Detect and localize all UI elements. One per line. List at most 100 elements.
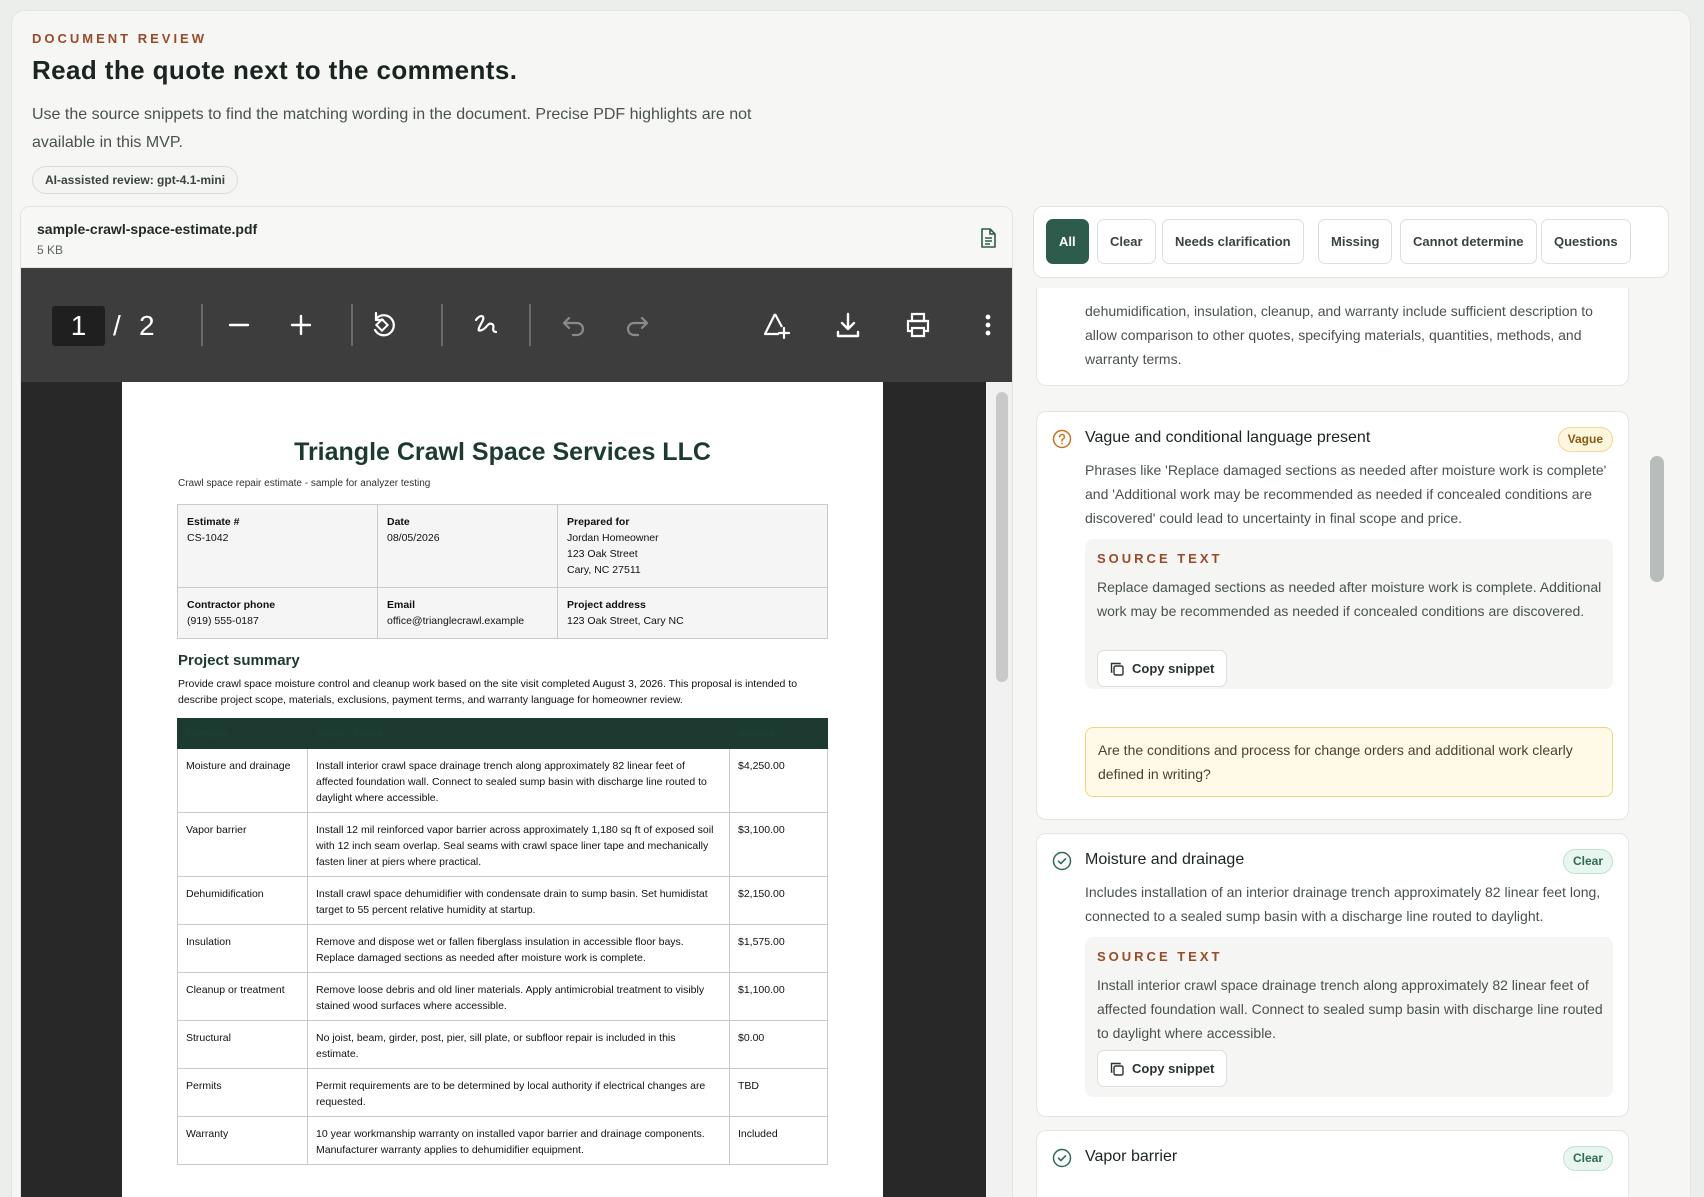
row-scope: No joist, beam, girder, post, pier, sill… <box>307 1020 730 1069</box>
summary-heading: Project summary <box>178 652 300 669</box>
zoom-in-icon[interactable] <box>279 302 323 348</box>
filter-cannot-determine[interactable]: Cannot determine <box>1400 219 1537 264</box>
filter-bar: All Clear Needs clarification Missing Ca… <box>1033 206 1669 278</box>
toolbar-divider <box>529 304 531 346</box>
table-row: Insulation Remove and dispose wet or fall… <box>177 924 828 973</box>
info-value: Jordan Homeowner <box>567 532 659 544</box>
source-text: Replace damaged sections as needed after… <box>1097 579 1602 619</box>
column-header: Amount <box>729 718 828 749</box>
row-amount: Included <box>729 1116 828 1165</box>
eyebrow: DOCUMENT REVIEW <box>32 31 207 46</box>
toolbar-divider <box>441 304 443 346</box>
filter-questions[interactable]: Questions <box>1541 219 1631 264</box>
info-label: Estimate # <box>187 516 240 528</box>
table-row: Dehumidification Install crawl space dehu… <box>177 876 828 925</box>
row-scope: Install crawl space dehumidifier with co… <box>307 876 730 925</box>
source-text: Install interior crawl space drainage tr… <box>1097 977 1603 1041</box>
file-size: 5 KB <box>37 243 64 257</box>
add-text-icon[interactable] <box>754 302 798 348</box>
row-category: Dehumidification <box>177 876 308 925</box>
filter-needs-clarification[interactable]: Needs clarification <box>1162 219 1304 264</box>
issue-card: Moisture and drainage Clear Includes ins… <box>1036 833 1629 1117</box>
file-header: sample-crawl-space-estimate.pdf 5 KB <box>21 207 1012 268</box>
copy-icon <box>1110 1062 1124 1076</box>
row-category: Cleanup or treatment <box>177 972 308 1021</box>
row-category: Insulation <box>177 924 308 973</box>
info-label: Prepared for <box>567 516 630 528</box>
page-title: Read the quote next to the comments. <box>32 55 518 85</box>
issue-card: dehumidification, insulation, cleanup, a… <box>1036 288 1629 386</box>
zoom-out-icon[interactable] <box>217 302 261 348</box>
pdf-scrollbar[interactable] <box>996 392 1008 682</box>
redo-icon[interactable] <box>615 302 659 348</box>
info-value: (919) 555-0187 <box>187 615 259 627</box>
document-icon[interactable] <box>978 227 998 249</box>
column-header: Scope of work <box>307 718 730 749</box>
table-row: Cleanup or treatment Remove loose debris … <box>177 972 828 1021</box>
ai-model-pill: AI-assisted review: gpt-4.1-mini <box>32 166 239 194</box>
print-icon[interactable] <box>896 302 940 348</box>
row-amount: $2,150.00 <box>729 876 828 925</box>
pdf-viewer: sample-crawl-space-estimate.pdf 5 KB 1 /… <box>20 206 1013 1197</box>
file-name: sample-crawl-space-estimate.pdf <box>37 221 258 237</box>
row-scope: Permit requirements are to be determined… <box>307 1068 730 1117</box>
row-scope: Remove loose debris and old liner materi… <box>307 972 730 1021</box>
table-row: Warranty 10 year workmanship warranty on … <box>177 1116 828 1165</box>
row-scope: Remove and dispose wet or fallen fibergl… <box>307 924 730 973</box>
info-value: Cary, NC 27511 <box>567 564 641 576</box>
draw-icon[interactable] <box>464 302 508 348</box>
issue-list-scrollbar[interactable] <box>1650 456 1664 582</box>
row-category: Vapor barrier <box>177 812 308 877</box>
table-row: Moisture and drainage Install interior cr… <box>177 748 828 813</box>
page-total: 2 <box>139 310 155 341</box>
filter-all[interactable]: All <box>1046 219 1089 264</box>
filter-missing[interactable]: Missing <box>1318 219 1393 264</box>
question-circle-icon <box>1052 429 1072 449</box>
filter-clear[interactable]: Clear <box>1097 219 1156 264</box>
table-row: Permits Permit requirements are to be det… <box>177 1068 828 1117</box>
row-category: Moisture and drainage <box>177 748 308 813</box>
issue-title: Moisture and drainage <box>1085 851 1245 868</box>
issue-card: Vapor barrier Clear <box>1036 1130 1629 1197</box>
rotate-icon[interactable] <box>361 302 405 348</box>
row-category: Structural <box>177 1020 308 1069</box>
row-amount: $0.00 <box>729 1020 828 1069</box>
page-number-input[interactable]: 1 <box>52 306 105 346</box>
page-description: Use the source snippets to find the matc… <box>32 106 752 151</box>
row-scope: Install interior crawl space drainage tr… <box>307 748 730 813</box>
undo-icon[interactable] <box>552 302 596 348</box>
estimate-info-table: Estimate # CS-1042 Date 08/05/2026 Prepare… <box>177 504 828 639</box>
more-icon[interactable] <box>966 302 1010 348</box>
scope-table: Category Scope of work Amount Moisture a… <box>177 718 828 1165</box>
row-category: Permits <box>177 1068 308 1117</box>
issue-title: Vapor barrier <box>1085 1148 1178 1165</box>
issue-description: Phrases like 'Replace damaged sections a… <box>1085 462 1607 526</box>
source-snippet: SOURCE TEXT Replace damaged sections as … <box>1085 539 1613 689</box>
row-amount: TBD <box>729 1068 828 1117</box>
company-name: Triangle Crawl Space Services LLC <box>294 438 711 466</box>
row-amount: $1,575.00 <box>729 924 828 973</box>
status-badge: Vague <box>1557 427 1613 452</box>
info-value: 123 Oak Street <box>567 548 638 560</box>
check-circle-icon <box>1052 1148 1072 1168</box>
check-circle-icon <box>1052 851 1072 871</box>
row-scope: Install 12 mil reinforced vapor barrier … <box>307 812 730 877</box>
download-icon[interactable] <box>826 302 870 348</box>
summary-text: Provide crawl space moisture control and… <box>178 678 798 706</box>
status-badge: Clear <box>1562 1146 1613 1171</box>
copy-snippet-label: Copy snippet <box>1132 1061 1215 1076</box>
toolbar-divider <box>201 304 203 346</box>
copy-icon <box>1110 662 1124 676</box>
info-label: Email <box>387 599 416 611</box>
info-value: 123 Oak Street, Cary NC <box>567 615 684 627</box>
row-amount: $1,100.00 <box>729 972 828 1021</box>
issue-card: Vague and conditional language present V… <box>1036 411 1629 820</box>
info-label: Project address <box>567 599 646 611</box>
copy-snippet-button[interactable]: Copy snippet <box>1097 650 1228 687</box>
status-badge: Clear <box>1562 849 1613 874</box>
pdf-page: Triangle Crawl Space Services LLC Crawl … <box>122 382 883 1197</box>
copy-snippet-button[interactable]: Copy snippet <box>1097 1050 1228 1087</box>
row-amount: $3,100.00 <box>729 812 828 877</box>
page-separator: / <box>113 310 121 341</box>
info-label: Date <box>387 516 410 528</box>
